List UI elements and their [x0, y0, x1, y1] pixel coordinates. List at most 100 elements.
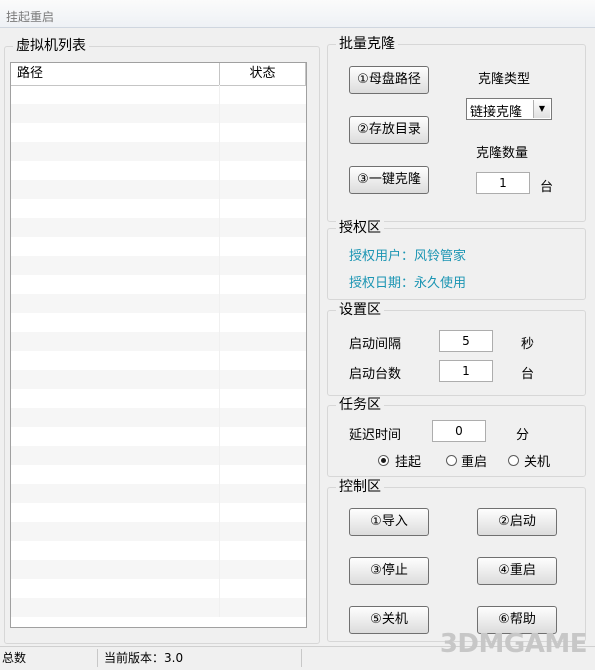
- row-cell-path: [11, 123, 220, 142]
- table-row[interactable]: [11, 465, 306, 484]
- watermark-logo: 3DMGAME: [439, 629, 588, 659]
- status-total: 总数: [0, 649, 98, 667]
- row-cell-status: [220, 275, 306, 294]
- row-cell-path: [11, 104, 220, 123]
- table-row[interactable]: [11, 180, 306, 199]
- table-row[interactable]: [11, 123, 306, 142]
- table-row[interactable]: [11, 389, 306, 408]
- stop-button[interactable]: ③停止: [349, 557, 429, 585]
- row-cell-status: [220, 199, 306, 218]
- row-cell-path: [11, 427, 220, 446]
- list-header: 路径 状态: [11, 63, 306, 86]
- clone-count-input[interactable]: [476, 172, 530, 194]
- start-interval-label: 启动间隔: [349, 337, 402, 352]
- row-cell-status: [220, 370, 306, 389]
- table-row[interactable]: [11, 142, 306, 161]
- delay-time-label: 延迟时间: [349, 428, 402, 443]
- start-count-label: 启动台数: [349, 367, 402, 382]
- vm-list-view[interactable]: 路径 状态: [10, 62, 307, 628]
- clone-type-select[interactable]: 链接克隆 ▼: [466, 98, 552, 120]
- radio-suspend-label[interactable]: 挂起: [395, 451, 421, 470]
- batch-clone-group-label: 批量克隆: [336, 36, 398, 52]
- row-cell-status: [220, 484, 306, 503]
- row-cell-status: [220, 408, 306, 427]
- row-cell-path: [11, 275, 220, 294]
- row-cell-path: [11, 484, 220, 503]
- row-cell-path: [11, 522, 220, 541]
- table-row[interactable]: [11, 161, 306, 180]
- row-cell-status: [220, 237, 306, 256]
- radio-shutdown[interactable]: [508, 455, 519, 466]
- row-cell-path: [11, 142, 220, 161]
- table-row[interactable]: [11, 560, 306, 579]
- table-row[interactable]: [11, 313, 306, 332]
- row-cell-path: [11, 332, 220, 351]
- table-row[interactable]: [11, 218, 306, 237]
- start-count-input[interactable]: [439, 360, 493, 382]
- table-row[interactable]: [11, 408, 306, 427]
- store-directory-button[interactable]: ②存放目录: [349, 116, 429, 144]
- start-interval-unit: 秒: [521, 337, 535, 352]
- radio-suspend[interactable]: [378, 455, 389, 466]
- control-group-label: 控制区: [336, 479, 384, 495]
- row-cell-status: [220, 446, 306, 465]
- table-row[interactable]: [11, 503, 306, 522]
- table-row[interactable]: [11, 294, 306, 313]
- table-row[interactable]: [11, 484, 306, 503]
- row-cell-status: [220, 560, 306, 579]
- radio-restart-label[interactable]: 重启: [461, 451, 487, 470]
- column-header-status[interactable]: 状态: [220, 63, 306, 85]
- clone-type-value: 链接克隆: [470, 105, 523, 120]
- table-row[interactable]: [11, 256, 306, 275]
- row-cell-status: [220, 256, 306, 275]
- row-cell-path: [11, 351, 220, 370]
- row-cell-status: [220, 522, 306, 541]
- row-cell-status: [220, 104, 306, 123]
- import-button[interactable]: ①导入: [349, 508, 429, 536]
- start-count-unit: 台: [521, 367, 535, 382]
- table-row[interactable]: [11, 332, 306, 351]
- table-row[interactable]: [11, 446, 306, 465]
- one-click-clone-button[interactable]: ③一键克隆: [349, 166, 429, 194]
- radio-restart[interactable]: [446, 455, 457, 466]
- table-row[interactable]: [11, 199, 306, 218]
- table-row[interactable]: [11, 598, 306, 617]
- start-interval-input[interactable]: [439, 330, 493, 352]
- delay-time-input[interactable]: [432, 420, 486, 442]
- row-cell-status: [220, 332, 306, 351]
- row-cell-status: [220, 465, 306, 484]
- title-bar: 挂起重启: [0, 0, 595, 28]
- parent-disk-path-button[interactable]: ①母盘路径: [349, 66, 429, 94]
- row-cell-path: [11, 560, 220, 579]
- license-user: 授权用户：风铃管家: [349, 249, 467, 264]
- table-row[interactable]: [11, 237, 306, 256]
- license-group-label: 授权区: [336, 220, 384, 236]
- table-row[interactable]: [11, 85, 306, 104]
- row-cell-status: [220, 161, 306, 180]
- column-header-path[interactable]: 路径: [11, 63, 220, 85]
- row-cell-status: [220, 123, 306, 142]
- row-cell-path: [11, 579, 220, 598]
- row-cell-status: [220, 180, 306, 199]
- row-cell-status: [220, 313, 306, 332]
- table-row[interactable]: [11, 351, 306, 370]
- table-row[interactable]: [11, 275, 306, 294]
- shutdown-button[interactable]: ⑤关机: [349, 606, 429, 634]
- table-row[interactable]: [11, 522, 306, 541]
- row-cell-path: [11, 199, 220, 218]
- row-cell-path: [11, 85, 220, 104]
- table-row[interactable]: [11, 370, 306, 389]
- table-row[interactable]: [11, 104, 306, 123]
- table-row[interactable]: [11, 579, 306, 598]
- row-cell-status: [220, 294, 306, 313]
- chevron-down-icon[interactable]: ▼: [533, 100, 550, 118]
- table-row[interactable]: [11, 427, 306, 446]
- table-row[interactable]: [11, 541, 306, 560]
- restart-button[interactable]: ④重启: [477, 557, 557, 585]
- row-cell-status: [220, 142, 306, 161]
- row-cell-path: [11, 446, 220, 465]
- row-cell-status: [220, 85, 306, 104]
- start-button[interactable]: ②启动: [477, 508, 557, 536]
- row-cell-status: [220, 503, 306, 522]
- radio-shutdown-label[interactable]: 关机: [524, 451, 550, 470]
